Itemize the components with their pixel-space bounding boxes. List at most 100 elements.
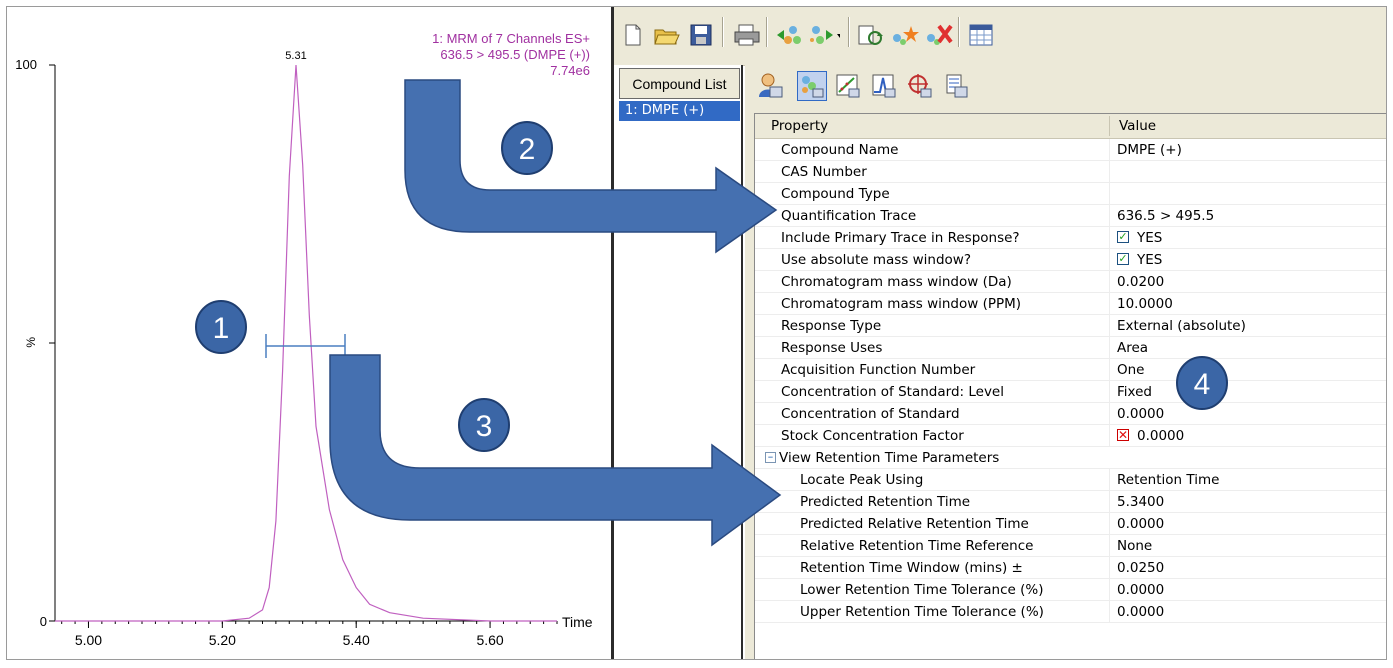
grid-row[interactable]: CAS Number: [755, 161, 1386, 183]
grid-value-cell[interactable]: 5.3400: [1117, 491, 1164, 513]
grid-row[interactable]: Predicted Retention Time 5.3400: [755, 491, 1386, 513]
grid-value-cell[interactable]: Fixed: [1117, 381, 1152, 403]
chart-header-line-2: 636.5 > 495.5 (DMPE (+)): [440, 47, 590, 62]
grid-value-text: One: [1117, 362, 1145, 378]
grid-row[interactable]: Compound Type: [755, 183, 1386, 205]
grid-row[interactable]: Upper Retention Time Tolerance (%) 0.0000: [755, 601, 1386, 623]
grid-row[interactable]: Response Uses Area: [755, 337, 1386, 359]
calibration-icon[interactable]: [833, 71, 863, 101]
grid-property-label: Relative Retention Time Reference: [800, 538, 1034, 554]
move-right-icon[interactable]: [810, 19, 840, 51]
print-icon[interactable]: [732, 19, 762, 51]
target-icon[interactable]: [905, 71, 935, 101]
checkbox-icon[interactable]: ✓: [1117, 231, 1129, 243]
report-icon[interactable]: [941, 71, 971, 101]
grid-property-label: Chromatogram mass window (Da): [781, 274, 1012, 290]
grid-row[interactable]: Chromatogram mass window (PPM) 10.0000: [755, 293, 1386, 315]
y-axis-zero-label: 0: [40, 614, 47, 629]
compound-list-item[interactable]: 1: DMPE (+): [619, 101, 740, 121]
screenshot-frame: 1: MRM of 7 Channels ES+ 636.5 > 495.5 (…: [6, 6, 1387, 660]
peak-width-marker: [265, 334, 346, 358]
grid-value-text: YES: [1137, 252, 1163, 268]
grid-value-text: 0.0000: [1137, 428, 1185, 444]
x-axis-tick-label: 5.00: [75, 632, 102, 648]
x-checkbox-icon[interactable]: ✕: [1117, 429, 1129, 441]
grid-value-text: 0.0200: [1117, 274, 1165, 290]
grid-value-text: None: [1117, 538, 1153, 554]
grid-value-cell[interactable]: ✕ 0.0000: [1117, 425, 1184, 447]
grid-value-cell[interactable]: 0.0200: [1117, 271, 1164, 293]
open-folder-icon[interactable]: [652, 19, 682, 51]
grid-value-cell[interactable]: DMPE (+): [1117, 139, 1182, 161]
column-header-property[interactable]: Property: [763, 114, 828, 138]
grid-row[interactable]: Chromatogram mass window (Da) 0.0200: [755, 271, 1386, 293]
grid-row[interactable]: Relative Retention Time Reference None: [755, 535, 1386, 557]
column-header-value[interactable]: Value: [1111, 114, 1156, 138]
peak-label: 5.31: [285, 50, 306, 62]
y-axis-top-label: 100: [15, 57, 37, 72]
grid-value-cell[interactable]: One: [1117, 359, 1145, 381]
grid-row[interactable]: Response Type External (absolute): [755, 315, 1386, 337]
grid-row[interactable]: Acquisition Function Number One: [755, 359, 1386, 381]
grid-row[interactable]: Use absolute mass window? ✓ YES: [755, 249, 1386, 271]
grid-value-cell[interactable]: 0.0250: [1117, 557, 1164, 579]
x-axis-label: Time: [562, 614, 593, 630]
grid-value-cell[interactable]: 0.0000: [1117, 579, 1164, 601]
grid-property-label: Compound Type: [781, 186, 890, 202]
grid-property-label: Upper Retention Time Tolerance (%): [800, 604, 1044, 620]
grid-value-cell[interactable]: Retention Time: [1117, 469, 1219, 491]
chromatogram-trace: [55, 64, 557, 622]
grid-row[interactable]: Lower Retention Time Tolerance (%) 0.0000: [755, 579, 1386, 601]
chromatogram-chart: 1: MRM of 7 Channels ES+ 636.5 > 495.5 (…: [15, 31, 593, 648]
save-icon[interactable]: [686, 19, 716, 51]
grid-row[interactable]: Concentration of Standard 0.0000: [755, 403, 1386, 425]
grid-value-cell[interactable]: Area: [1117, 337, 1148, 359]
grid-value-text: 0.0250: [1117, 560, 1165, 576]
grid-section-label: View Retention Time Parameters: [779, 450, 1000, 466]
grid-value-cell[interactable]: 0.0000: [1117, 403, 1164, 425]
grid-row[interactable]: Predicted Relative Retention Time 0.0000: [755, 513, 1386, 535]
table-icon[interactable]: [966, 19, 996, 51]
grid-value-cell[interactable]: ✓ YES: [1117, 227, 1162, 249]
grid-row[interactable]: Include Primary Trace in Response? ✓ YES: [755, 227, 1386, 249]
x-axis: 5.00 5.20 5.40 5.60: [55, 620, 558, 648]
compound-props-icon[interactable]: [797, 71, 827, 101]
grid-property-label: Predicted Relative Retention Time: [800, 516, 1029, 532]
grid-row[interactable]: Concentration of Standard: Level Fixed: [755, 381, 1386, 403]
grid-value-text: Area: [1117, 340, 1149, 356]
grid-property-label: Concentration of Standard: Level: [781, 384, 1004, 400]
peak-icon[interactable]: [869, 71, 899, 101]
grid-value-text: 0.0000: [1117, 516, 1165, 532]
grid-value-text: Retention Time: [1117, 472, 1220, 488]
grid-value-text: 5.3400: [1117, 494, 1165, 510]
grid-value-cell[interactable]: 636.5 > 495.5: [1117, 205, 1214, 227]
grid-value-cell[interactable]: ✓ YES: [1117, 249, 1162, 271]
grid-row[interactable]: Locate Peak Using Retention Time: [755, 469, 1386, 491]
move-left-icon[interactable]: [774, 19, 804, 51]
grid-value-cell[interactable]: 10.0000: [1117, 293, 1173, 315]
grid-value-cell[interactable]: External (absolute): [1117, 315, 1246, 337]
add-compound-icon[interactable]: [890, 19, 920, 51]
process-icon[interactable]: [856, 19, 886, 51]
grid-section-row[interactable]: – View Retention Time Parameters: [755, 447, 1386, 469]
grid-value-text: Fixed: [1117, 384, 1152, 400]
grid-property-label: Quantification Trace: [781, 208, 917, 224]
grid-value-cell[interactable]: None: [1117, 535, 1152, 557]
compound-list-header[interactable]: Compound List: [619, 68, 740, 99]
grid-value-cell[interactable]: 0.0000: [1117, 513, 1164, 535]
grid-row[interactable]: Stock Concentration Factor ✕ 0.0000: [755, 425, 1386, 447]
new-file-icon[interactable]: [618, 19, 648, 51]
user-icon[interactable]: [755, 71, 785, 101]
grid-row[interactable]: Compound Name DMPE (+): [755, 139, 1386, 161]
x-axis-tick-label: 5.20: [209, 632, 236, 648]
remove-compound-icon[interactable]: [924, 19, 954, 51]
grid-row[interactable]: Quantification Trace 636.5 > 495.5: [755, 205, 1386, 227]
collapse-icon[interactable]: –: [765, 451, 776, 463]
y-axis-mid-label: %: [24, 337, 38, 348]
checkbox-icon[interactable]: ✓: [1117, 253, 1129, 265]
grid-value-cell[interactable]: 0.0000: [1117, 601, 1164, 623]
grid-property-label: Chromatogram mass window (PPM): [781, 296, 1022, 312]
grid-row[interactable]: Retention Time Window (mins) ± 0.0250: [755, 557, 1386, 579]
grid-value-text: 636.5 > 495.5: [1117, 208, 1215, 224]
grid-property-label: Response Uses: [781, 340, 883, 356]
